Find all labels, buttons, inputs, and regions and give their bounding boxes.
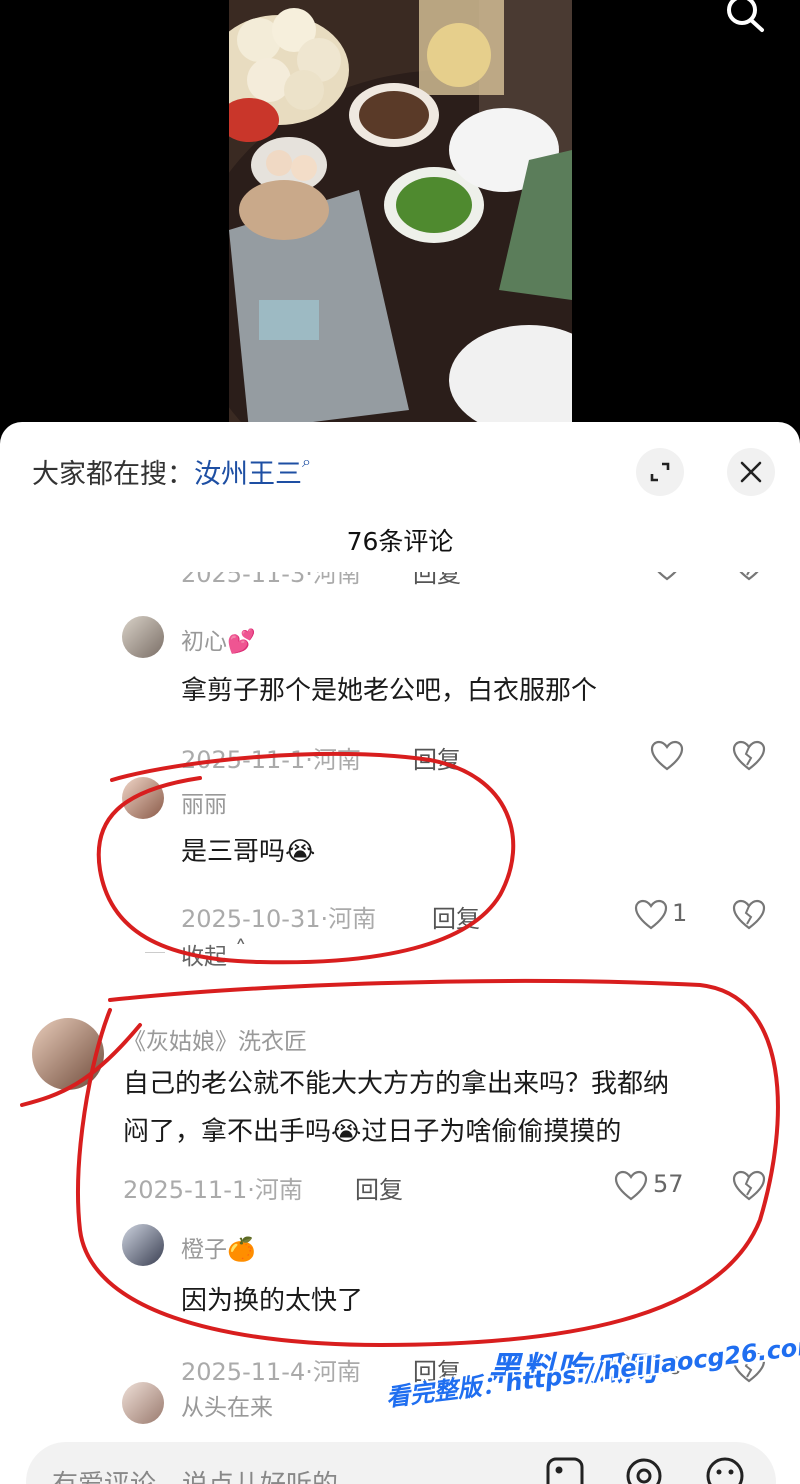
commenter-name: 《灰姑娘》洗衣匠 (123, 1029, 307, 1055)
comment-meta: 2025-11-4·河南 (181, 1358, 361, 1386)
commenter-name: 从头在来 (181, 1395, 273, 1421)
close-icon (740, 461, 762, 483)
heart-icon[interactable] (650, 740, 684, 772)
commenter-name-text: 橙子 (181, 1237, 227, 1263)
comment-text: 因为换的太快了 (181, 1286, 364, 1316)
comment-meta: 2025-11-1·河南 (123, 1176, 303, 1204)
comment-meta: 2025-11-1·河南 (181, 746, 361, 774)
comment-line-part: 过日子为啥偷偷摸摸的 (361, 1117, 622, 1147)
avatar[interactable] (122, 777, 164, 819)
comment-meta: 2025-10-31·河南 (181, 905, 377, 933)
name-emoji: 💕 (227, 629, 256, 655)
video-frame (229, 0, 572, 430)
reply-button[interactable]: 回复 (413, 740, 461, 775)
comment-list[interactable]: 2025-11-3·河南 回复 初心💕 拿剪子那个是她老公吧，白衣服那个 202… (0, 572, 800, 1432)
hot-search-prefix: 大家都在搜： (32, 459, 194, 490)
hot-search-bar[interactable]: 大家都在搜：汝州王三⌕ (32, 452, 311, 491)
heart-icon[interactable] (614, 1170, 648, 1202)
avatar[interactable] (32, 1018, 104, 1090)
reply-button[interactable]: 回复 (432, 899, 480, 934)
commenter-name: 橙子🍊 (181, 1230, 256, 1264)
image-icon[interactable] (545, 1456, 585, 1484)
video-player[interactable] (0, 0, 800, 430)
collapse-label: 收起 (181, 944, 227, 970)
comment-text: 拿剪子那个是她老公吧，白衣服那个 (181, 676, 598, 706)
name-emoji: 🍊 (227, 1237, 256, 1263)
like-count: 1 (672, 899, 688, 927)
at-icon[interactable] (624, 1456, 664, 1484)
reply-button[interactable]: 回复 (413, 572, 461, 589)
broken-heart-icon[interactable] (732, 572, 766, 582)
commenter-name-text: 初心 (181, 629, 227, 655)
expand-button[interactable] (636, 448, 684, 496)
avatar[interactable] (122, 1224, 164, 1266)
avatar[interactable] (122, 1382, 164, 1424)
broken-heart-icon[interactable] (732, 899, 766, 931)
inline-emoji: 😭 (285, 837, 316, 867)
reply-button[interactable]: 回复 (355, 1170, 403, 1205)
search-icon (727, 0, 764, 32)
comment-sheet: 大家都在搜：汝州王三⌕ 76条评论 2025-11-3·河南 回复 初心💕 拿剪… (0, 422, 800, 1484)
broken-heart-icon[interactable] (732, 1170, 766, 1202)
hot-search-keyword[interactable]: 汝州王三 (194, 459, 302, 490)
commenter-name: 初心💕 (181, 622, 256, 656)
avatar[interactable] (122, 616, 164, 658)
collapse-divider (145, 952, 165, 953)
comment-line-part: 闷了，拿不出手吗 (123, 1117, 332, 1147)
video-thumbnail (229, 0, 572, 430)
comment-line: 闷了，拿不出手吗😭过日子为啥偷偷摸摸的 (123, 1108, 763, 1156)
close-button[interactable] (727, 448, 775, 496)
heart-icon[interactable] (634, 899, 668, 931)
comment-text: 是三哥吗😭 (181, 831, 315, 868)
comment-line: 自己的老公就不能大大方方的拿出来吗？我都纳 (123, 1069, 670, 1099)
emoji-icon[interactable] (705, 1456, 745, 1484)
comment-input-placeholder: 有爱评论，说点儿好听的 (52, 1464, 338, 1484)
expand-icon (650, 462, 670, 482)
inline-emoji: 😭 (331, 1117, 362, 1147)
heart-icon[interactable] (650, 572, 684, 582)
small-search-icon: ⌕ (302, 452, 311, 471)
search-button[interactable] (718, 0, 770, 38)
broken-heart-icon[interactable] (732, 740, 766, 772)
comment-text: 自己的老公就不能大大方方的拿出来吗？我都纳 闷了，拿不出手吗😭过日子为啥偷偷摸摸… (123, 1060, 763, 1156)
comment-text-body: 是三哥吗 (181, 837, 286, 867)
comment-meta: 2025-11-3·河南 (181, 572, 361, 588)
commenter-name: 丽丽 (181, 792, 227, 818)
like-count: 57 (653, 1170, 684, 1198)
chevron-up-icon: ˄ (235, 937, 247, 963)
comment-count: 76条评论 (346, 527, 454, 556)
comment-input-bar: 有爱评论，说点儿好听的 (0, 1430, 800, 1484)
